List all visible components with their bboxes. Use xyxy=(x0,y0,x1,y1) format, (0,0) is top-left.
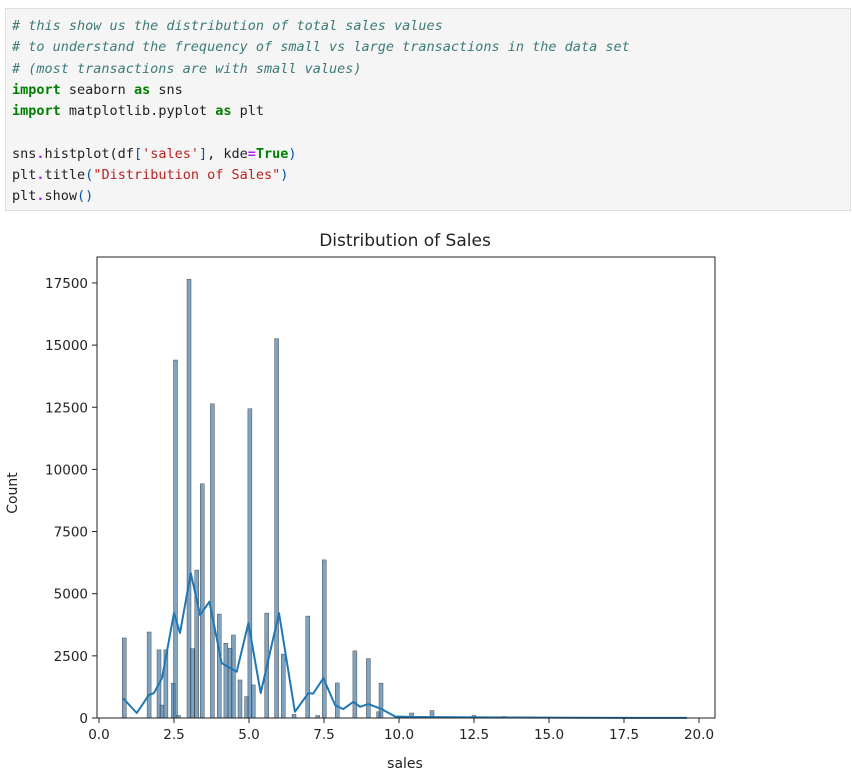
keyword: as xyxy=(133,81,151,98)
histogram-bar xyxy=(121,637,127,719)
bracket: ] xyxy=(198,145,208,162)
histogram-bar xyxy=(305,615,310,719)
histogram-bar xyxy=(159,704,165,719)
histogram-bar xyxy=(250,684,256,719)
keyword: import xyxy=(12,81,61,98)
y-tick-label: 5000 xyxy=(54,587,88,603)
code-text: title xyxy=(44,167,86,184)
histogram-bar xyxy=(173,359,178,719)
bracket: () xyxy=(77,188,94,205)
operator: = xyxy=(247,145,256,162)
x-tick-label: 15.0 xyxy=(534,727,564,743)
y-tick-label: 17500 xyxy=(45,276,88,292)
code-comment: # this show us the distribution of total… xyxy=(12,18,443,34)
histogram-bar xyxy=(146,631,152,719)
operator: . xyxy=(36,145,45,162)
histogram-bar xyxy=(378,682,384,719)
x-tick-label: 2.5 xyxy=(163,727,184,743)
operator: . xyxy=(36,188,45,205)
operator: . xyxy=(36,167,45,184)
y-tick-label: 0 xyxy=(79,711,88,727)
x-tick-label: 5.0 xyxy=(238,727,259,743)
keyword: True xyxy=(255,145,289,162)
histogram-bar xyxy=(237,679,243,719)
x-tick-label: 0.0 xyxy=(88,727,109,743)
histogram-bar xyxy=(190,648,195,719)
histogram-bar xyxy=(217,613,222,719)
keyword: import xyxy=(12,103,61,120)
y-tick-label: 7500 xyxy=(54,525,88,541)
string: 'sales' xyxy=(142,145,199,162)
histogram-bar xyxy=(231,634,236,719)
bracket: ) xyxy=(288,145,297,162)
y-tick-label: 10000 xyxy=(45,462,88,478)
code-cell[interactable]: # this show us the distribution of total… xyxy=(5,8,851,211)
chart-title: Distribution of Sales xyxy=(319,231,491,251)
code-text: , kde xyxy=(207,145,248,162)
code-text: matplotlib.pyplot xyxy=(60,103,216,120)
histogram-bar xyxy=(274,338,279,719)
histogram-chart: Distribution of Sales sales Count 0.0 2.5… xyxy=(5,231,716,772)
y-tick-label: 15000 xyxy=(45,338,88,354)
x-tick-label: 7.5 xyxy=(313,727,334,743)
histogram-bar xyxy=(352,650,358,719)
code-text: sns xyxy=(150,81,183,98)
histogram-bar xyxy=(291,714,297,719)
bracket: [ xyxy=(133,145,143,162)
keyword: as xyxy=(215,103,232,120)
histogram-bar xyxy=(281,653,286,719)
code-text: plt xyxy=(231,103,264,120)
code-text: show xyxy=(44,188,78,205)
histogram-bar xyxy=(247,408,253,719)
y-tick-label: 2500 xyxy=(54,649,88,665)
histogram-bar xyxy=(223,642,229,719)
code-text: plt xyxy=(12,188,37,205)
string: "Distribution of Sales" xyxy=(93,167,281,184)
code-editor[interactable]: # this show us the distribution of total… xyxy=(12,16,844,208)
x-tick-label: 10.0 xyxy=(384,727,414,743)
histogram-bar xyxy=(199,483,205,719)
kde-line xyxy=(122,572,688,719)
code-text: seaborn xyxy=(60,81,134,98)
code-text: sns xyxy=(12,145,37,162)
x-tick-label: 12.5 xyxy=(459,727,489,743)
x-tick-label: 20.0 xyxy=(684,727,714,743)
y-tick-label: 12500 xyxy=(45,400,88,416)
y-axis-label: Count xyxy=(5,472,21,514)
histogram-bar xyxy=(210,403,215,719)
x-axis-label: sales xyxy=(387,756,423,772)
x-tick-label: 17.5 xyxy=(609,727,639,743)
code-comment: # to understand the frequency of small v… xyxy=(12,39,630,56)
code-text: plt xyxy=(12,167,37,184)
histogram-bar xyxy=(335,682,340,719)
code-text: histplot(df xyxy=(44,145,134,162)
histogram-bar xyxy=(366,658,371,719)
bracket: ) xyxy=(280,167,289,184)
histogram-bar xyxy=(322,559,327,719)
code-comment: # (most transactions are with small valu… xyxy=(12,60,362,77)
